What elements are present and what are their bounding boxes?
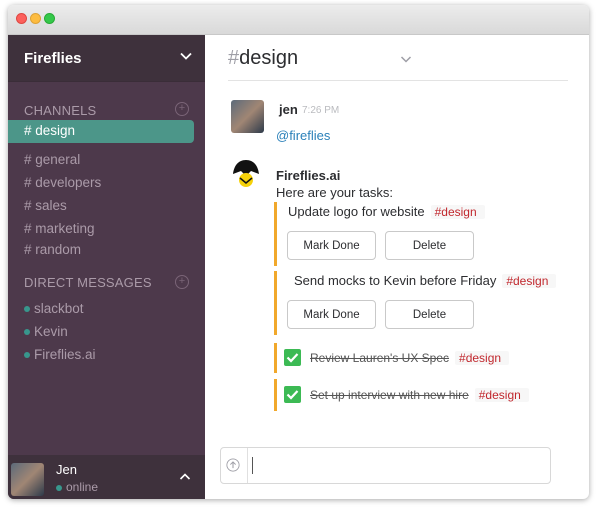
chevron-down-icon <box>180 52 192 60</box>
page-title[interactable]: #design <box>228 47 298 70</box>
presence-dot-icon <box>24 352 30 359</box>
sidebar-item-developers[interactable]: # developers <box>24 175 101 190</box>
text-cursor <box>252 457 253 474</box>
add-channel-icon[interactable]: + <box>175 102 189 116</box>
dm-item-kevin[interactable]: Kevin <box>24 324 68 339</box>
task-text: Update logo for website #design <box>288 204 485 219</box>
completed-task: Review Lauren's UX Spec #design <box>274 343 567 373</box>
dm-item-fireflies[interactable]: Fireflies.ai <box>24 347 96 362</box>
chevron-up-icon[interactable] <box>179 471 191 483</box>
fireflies-logo-icon[interactable] <box>228 156 264 192</box>
mention-link[interactable]: @fireflies <box>276 128 330 143</box>
task-tag[interactable]: #design <box>430 205 485 219</box>
title-bar <box>8 5 589 35</box>
sidebar-item-general[interactable]: # general <box>24 152 80 167</box>
presence-dot-icon <box>24 329 30 336</box>
chevron-down-icon[interactable] <box>400 53 412 65</box>
team-name: Fireflies <box>24 50 82 67</box>
presence-dot-icon <box>24 306 30 313</box>
avatar <box>11 463 44 496</box>
message-author[interactable]: jen <box>279 102 298 117</box>
sidebar-item-random[interactable]: # random <box>24 242 81 257</box>
close-window-button[interactable] <box>16 13 27 24</box>
task-card: Send mocks to Kevin before Friday #design… <box>274 271 567 335</box>
presence-dot-icon <box>56 484 62 491</box>
app-window: Fireflies CHANNELS + # design # general … <box>8 5 589 499</box>
minimize-window-button[interactable] <box>30 13 41 24</box>
sidebar-item-sales[interactable]: # sales <box>24 198 67 213</box>
completed-task-text: Review Lauren's UX Spec #design <box>310 351 510 365</box>
sidebar-item-marketing[interactable]: # marketing <box>24 221 95 236</box>
current-user-bar[interactable]: Jen online <box>8 455 205 499</box>
dm-item-slackbot[interactable]: slackbot <box>24 301 84 316</box>
task-tag[interactable]: #design <box>502 274 557 288</box>
checkmark-icon <box>284 386 301 403</box>
channels-header[interactable]: CHANNELS <box>24 103 96 118</box>
direct-messages-header[interactable]: DIRECT MESSAGES <box>24 275 152 290</box>
checkmark-icon <box>284 349 301 366</box>
dm-label: Kevin <box>34 324 68 339</box>
message-pane: #design jen 7:26 PM @fireflies Fireflies… <box>205 35 589 499</box>
delete-button[interactable]: Delete <box>385 300 474 329</box>
task-text: Send mocks to Kevin before Friday #design <box>294 273 557 288</box>
message-timestamp: 7:26 PM <box>302 105 340 116</box>
completed-task: Set up interview with new hire #design <box>274 379 567 411</box>
channel-label: # design <box>24 123 76 138</box>
upload-arrow-icon <box>226 458 240 472</box>
dm-label: slackbot <box>34 301 84 316</box>
message-text: Here are your tasks: <box>276 185 394 200</box>
sidebar: Fireflies CHANNELS + # design # general … <box>8 35 205 499</box>
message-input[interactable] <box>220 447 551 484</box>
team-menu[interactable]: Fireflies <box>8 35 205 82</box>
upload-button[interactable] <box>221 448 248 483</box>
user-status: online <box>56 480 98 494</box>
header-divider <box>228 80 568 81</box>
completed-task-text: Set up interview with new hire #design <box>310 388 529 402</box>
user-name: Jen <box>56 462 77 477</box>
avatar[interactable] <box>231 100 264 133</box>
sidebar-item-design[interactable]: # design <box>8 120 194 143</box>
mark-done-button[interactable]: Mark Done <box>287 300 376 329</box>
mark-done-button[interactable]: Mark Done <box>287 231 376 260</box>
dm-label: Fireflies.ai <box>34 347 96 362</box>
add-dm-icon[interactable]: + <box>175 275 189 289</box>
maximize-window-button[interactable] <box>44 13 55 24</box>
task-tag[interactable]: #design <box>455 351 510 365</box>
task-card: Update logo for website #design Mark Done… <box>274 202 567 266</box>
delete-button[interactable]: Delete <box>385 231 474 260</box>
message-author[interactable]: Fireflies.ai <box>276 168 340 183</box>
task-tag[interactable]: #design <box>474 388 529 402</box>
